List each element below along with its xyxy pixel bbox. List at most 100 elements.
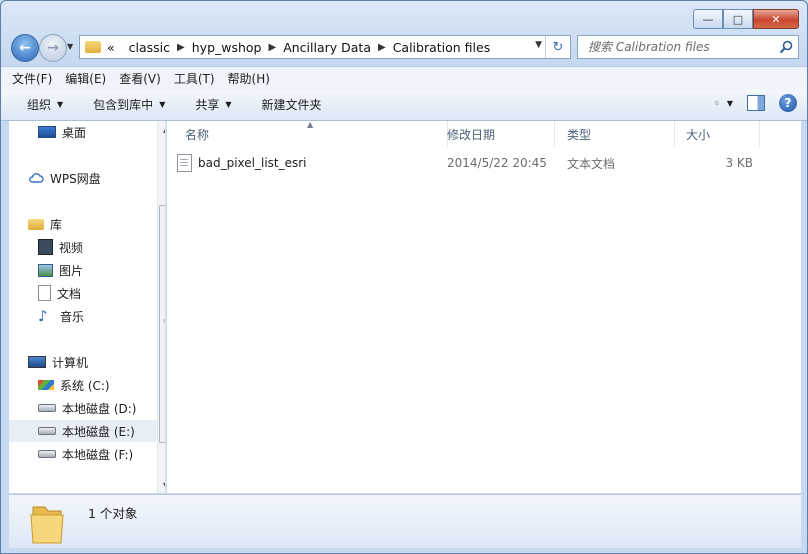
nav-item-desktop[interactable]: 桌面 <box>38 121 165 143</box>
caption-buttons: — □ ✕ <box>693 9 799 29</box>
back-button[interactable]: ← <box>11 34 39 62</box>
nav-item-label: 本地磁盘 (F:) <box>62 447 134 462</box>
refresh-icon: ↻ <box>552 39 564 55</box>
cloud-icon <box>29 173 44 183</box>
computer-icon <box>28 356 46 368</box>
organize-label: 组织 <box>27 98 52 112</box>
command-bar: 组织 ▼ 包含到库中 ▼ 共享 ▼ 新建文件夹 ▼ ? <box>1 89 807 121</box>
drive-icon <box>38 427 56 435</box>
folder-icon <box>30 506 64 544</box>
breadcrumb-separator[interactable]: ▶ <box>378 42 386 53</box>
nav-item-drive-c[interactable]: 系统 (C:) <box>38 374 165 396</box>
close-button[interactable]: ✕ <box>753 9 799 29</box>
breadcrumb-calibration-files[interactable]: Calibration files <box>393 40 491 55</box>
nav-item-drive-e[interactable]: 本地磁盘 (E:) <box>9 420 157 442</box>
nav-item-drive-d[interactable]: 本地磁盘 (D:) <box>38 397 165 419</box>
column-label: 修改日期 <box>447 127 496 142</box>
column-label: 类型 <box>567 127 592 142</box>
nav-item-drive-f[interactable]: 本地磁盘 (F:) <box>38 443 165 465</box>
nav-item-label: 本地磁盘 (E:) <box>62 424 135 439</box>
video-icon <box>38 239 53 255</box>
column-header-modified[interactable]: 修改日期 <box>447 121 555 147</box>
folder-icon <box>85 41 101 53</box>
scroll-thumb[interactable]: ≡ <box>159 205 165 443</box>
file-size: 3 KB <box>725 156 753 170</box>
nav-item-label: 视频 <box>59 240 84 255</box>
organize-button[interactable]: 组织 ▼ <box>27 96 63 113</box>
column-header-name[interactable]: 名称 <box>167 121 448 147</box>
column-label: 大小 <box>686 127 711 142</box>
menu-bar: 文件(F) 编辑(E) 查看(V) 工具(T) 帮助(H) <box>1 66 807 89</box>
column-header-type[interactable]: 类型 <box>567 121 675 147</box>
nav-item-music[interactable]: ♪ 音乐 <box>38 305 165 327</box>
help-button[interactable]: ? <box>779 94 797 112</box>
breadcrumb-separator[interactable]: ▶ <box>177 42 185 53</box>
file-type: 文本文档 <box>567 156 616 171</box>
menu-tools[interactable]: 工具(T) <box>174 70 215 87</box>
drive-icon <box>38 450 56 458</box>
menu-edit[interactable]: 编辑(E) <box>65 70 106 87</box>
new-folder-label: 新建文件夹 <box>261 98 322 112</box>
share-label: 共享 <box>195 98 220 112</box>
search-icon[interactable] <box>779 40 793 54</box>
breadcrumb: « classic ▶ hyp_wshop ▶ Ancillary Data ▶… <box>107 40 490 55</box>
breadcrumb-overflow[interactable]: « <box>107 40 115 55</box>
search-box[interactable] <box>577 35 799 59</box>
breadcrumb-classic[interactable]: classic <box>129 40 170 55</box>
nav-item-documents[interactable]: 文档 <box>38 282 165 304</box>
address-bar[interactable]: « classic ▶ hyp_wshop ▶ Ancillary Data ▶… <box>79 35 571 59</box>
scroll-up-arrow[interactable]: ▲ <box>158 121 165 137</box>
scroll-down-arrow[interactable]: ▼ <box>158 477 165 493</box>
nav-item-video[interactable]: 视频 <box>38 236 165 258</box>
nav-item-label: 桌面 <box>62 125 87 140</box>
status-item-count: 1 个对象 <box>88 506 138 521</box>
maximize-button[interactable]: □ <box>723 9 753 29</box>
column-label: 名称 <box>185 127 210 142</box>
view-list-icon <box>715 101 719 105</box>
details-pane: 1 个对象 <box>9 494 801 548</box>
minimize-button[interactable]: — <box>693 9 723 29</box>
search-input[interactable] <box>586 39 780 55</box>
desktop-icon <box>38 126 56 138</box>
nav-item-wps[interactable]: WPS网盘 <box>28 167 165 189</box>
refresh-button[interactable]: ↻ <box>545 36 570 58</box>
menu-help[interactable]: 帮助(H) <box>228 70 270 87</box>
navigation-pane: 桌面 WPS网盘 库 视频 图片 文档 ♪ 音乐 计算机 系统 (C:) 本地磁… <box>9 121 166 493</box>
file-name: bad_pixel_list_esri <box>198 156 307 170</box>
column-header-size[interactable]: 大小 <box>686 121 760 147</box>
nav-item-pictures[interactable]: 图片 <box>38 259 165 281</box>
nav-item-label: WPS网盘 <box>50 171 101 186</box>
breadcrumb-separator[interactable]: ▶ <box>269 42 277 53</box>
library-icon <box>28 218 44 230</box>
music-icon: ♪ <box>38 307 48 325</box>
text-document-icon <box>177 154 192 172</box>
drive-icon <box>38 404 56 412</box>
nav-scrollbar[interactable]: ▲ ≡ ▼ <box>157 121 165 493</box>
address-history-dropdown[interactable]: ▼ <box>535 40 542 50</box>
forward-button[interactable]: → <box>39 34 67 62</box>
share-button[interactable]: 共享 ▼ <box>195 96 231 113</box>
chevron-down-icon: ▼ <box>225 100 232 109</box>
menu-view[interactable]: 查看(V) <box>119 70 161 87</box>
include-in-library-button[interactable]: 包含到库中 ▼ <box>93 96 165 113</box>
nav-item-label: 音乐 <box>60 309 85 324</box>
include-label: 包含到库中 <box>93 98 154 112</box>
nav-item-computer[interactable]: 计算机 <box>28 351 165 373</box>
chevron-down-icon[interactable]: ▼ <box>727 99 733 108</box>
picture-icon <box>38 263 53 277</box>
chevron-down-icon: ▼ <box>57 100 64 109</box>
nav-item-library[interactable]: 库 <box>28 213 165 235</box>
chevron-down-icon: ▼ <box>159 100 166 109</box>
recent-pages-dropdown[interactable]: ▼ <box>67 42 73 51</box>
nav-item-label: 图片 <box>59 263 84 278</box>
new-folder-button[interactable]: 新建文件夹 <box>262 96 322 113</box>
file-row[interactable]: bad_pixel_list_esri 2014/5/22 20:45 文本文档… <box>177 152 797 174</box>
toolbar-right: ▼ ? <box>715 94 797 112</box>
change-view-button[interactable]: ▼ <box>715 96 733 110</box>
preview-pane-button[interactable] <box>747 95 765 111</box>
menu-file[interactable]: 文件(F) <box>12 70 52 87</box>
breadcrumb-ancillary-data[interactable]: Ancillary Data <box>283 40 371 55</box>
breadcrumb-hyp-wshop[interactable]: hyp_wshop <box>192 40 262 55</box>
document-icon <box>38 285 51 301</box>
grip-icon: ≡ <box>163 318 165 325</box>
